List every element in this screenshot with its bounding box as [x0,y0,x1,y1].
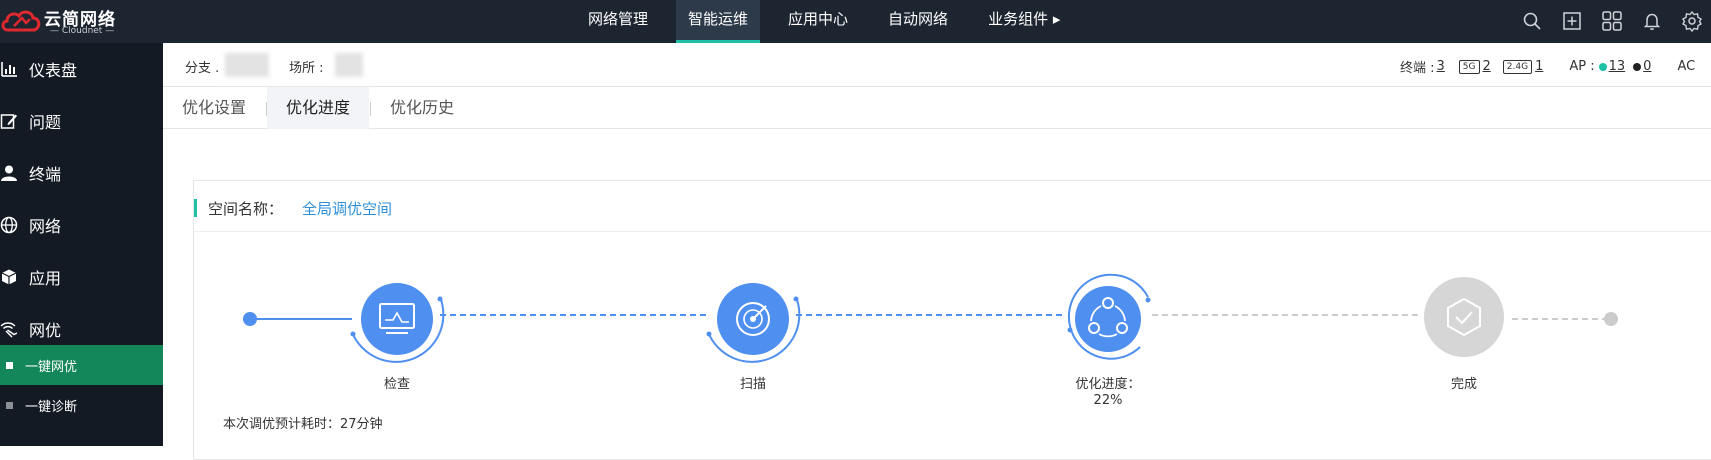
ac-label: AC [1677,59,1696,74]
user-icon [0,163,24,183]
nav-business-components[interactable]: 业务组件 ▸ [976,0,1072,43]
ap-online-count[interactable]: 13 [1609,59,1626,74]
nav-app-center[interactable]: 应用中心 [776,0,860,43]
section-accent-bar [194,199,197,217]
wifi-hand-icon [0,319,24,339]
tab-optimize-settings[interactable]: 优化设置 [163,87,265,129]
branch-selector[interactable] [225,53,269,77]
count-5g[interactable]: 2 [1483,59,1491,74]
cube-icon [0,267,24,287]
status-summary: 终端 : 3 5G 2 2.4G 1 AP : 13 0 AC [1400,57,1695,76]
nav-auto-network[interactable]: 自动网络 [876,0,960,43]
tag-5g: 5G [1458,59,1480,74]
sidebar-item-network[interactable]: 网络 [0,199,163,251]
estimated-duration: 本次调优预计耗时：27分钟 [223,417,383,432]
sidebar-subitem-one-click-diagnose[interactable]: 一键诊断 [0,385,163,425]
cloud-logo-icon [1,10,41,32]
bullet-icon [6,361,13,369]
nav-network-management[interactable]: 网络管理 [576,0,660,43]
search-icon[interactable] [1518,7,1546,35]
sidebar-item-label: 网优 [29,321,62,340]
step-optimizing-label: 优化进度： [1075,377,1141,392]
count-24g[interactable]: 1 [1535,59,1543,74]
tag-24g: 2.4G [1502,59,1533,74]
sidebar-item-label: 仪表盘 [29,61,78,80]
terminals-label: 终端 : [1400,61,1435,76]
add-box-icon[interactable] [1558,7,1586,35]
context-bar: 分支 . 场所 : 终端 : 3 5G 2 2.4G 1 AP : 13 0 A… [163,43,1711,87]
ap-label: AP : [1569,59,1595,74]
nav-smart-ops[interactable]: 智能运维 [676,0,761,43]
tab-optimize-history[interactable]: 优化历史 [371,87,473,129]
tab-bar: 优化设置 优化进度 优化历史 [163,87,1711,129]
step-check-label: 检查 [383,377,410,392]
sidebar-item-dashboard[interactable]: 仪表盘 [0,43,163,95]
step-done-label: 完成 [1450,377,1477,392]
offline-dot-icon [1633,62,1642,71]
top-icons [1518,7,1711,35]
edit-icon [0,111,24,131]
sidebar-item-label: 网络 [29,217,62,236]
space-name-value[interactable]: 全局调优空间 [302,198,392,219]
bell-icon[interactable] [1638,7,1666,35]
apps-grid-icon[interactable] [1598,7,1626,35]
space-name-label: 空间名称： [208,200,284,218]
bullet-icon [6,401,13,409]
step-optimizing-progress: 22% [1093,393,1123,408]
site-selector[interactable] [335,53,363,77]
site-label: 场所 : [289,61,324,76]
sidebar-subitem-label: 一键诊断 [25,399,78,415]
tab-optimize-progress[interactable]: 优化进度 [267,87,370,129]
logo[interactable]: 云简网络 — Cloudnet — [0,2,130,40]
ap-offline-count[interactable]: 0 [1643,59,1651,74]
sidebar-item-issues[interactable]: 问题 [0,95,163,147]
sidebar-subitem-label: 一键网优 [25,359,78,375]
panel-divider [194,231,1711,232]
sidebar-item-label: 应用 [29,269,62,288]
gear-icon[interactable] [1678,7,1706,35]
sidebar-item-label: 问题 [29,113,62,132]
sidebar: 仪表盘 问题 终端 网络 应用 网优 一键网优 一键诊断 [0,43,163,446]
dashboard-icon [0,59,24,79]
terminals-count[interactable]: 3 [1437,59,1445,74]
online-dot-icon [1598,62,1607,71]
sidebar-item-apps[interactable]: 应用 [0,251,163,303]
logo-subtitle: — Cloudnet — [50,26,115,36]
sidebar-subitem-one-click-optimize[interactable]: 一键网优 [0,345,163,385]
sidebar-item-label: 终端 [29,165,62,184]
sidebar-item-terminals[interactable]: 终端 [0,147,163,199]
main-nav: 网络管理 智能运维 应用中心 自动网络 业务组件 ▸ [576,0,1088,43]
step-scan-label: 扫描 [739,377,766,392]
progress-panel: 空间名称： 全局调优空间 [193,180,1711,460]
top-bar: 云简网络 — Cloudnet — 网络管理 智能运维 应用中心 自动网络 业务… [0,0,1711,43]
branch-label: 分支 . [185,61,220,76]
globe-icon [0,215,24,235]
